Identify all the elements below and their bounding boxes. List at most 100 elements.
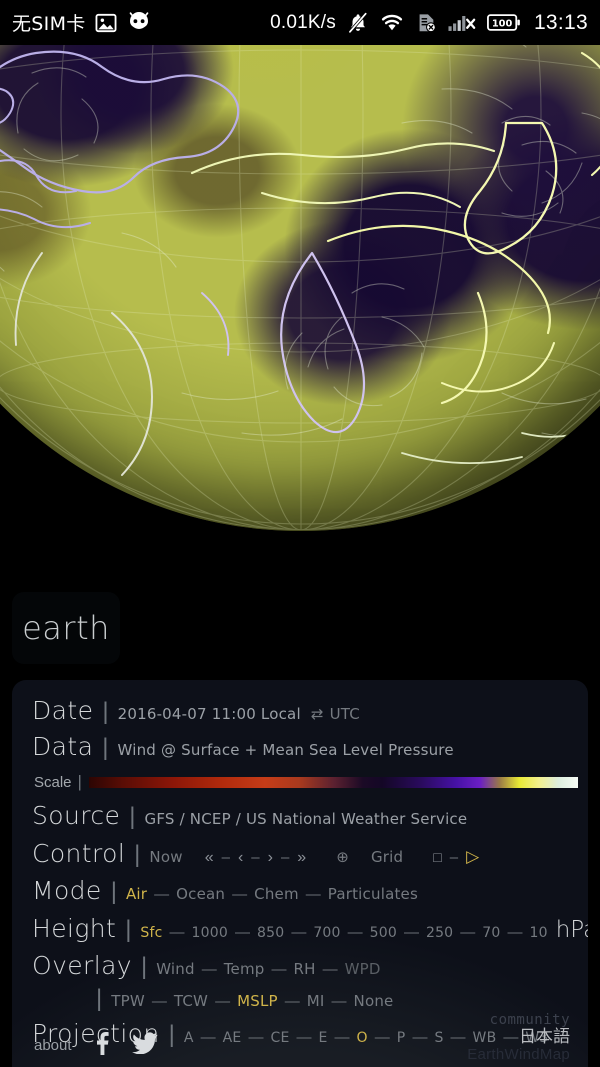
separator: — [151,992,167,1010]
nav-dash: – [251,848,260,866]
height-unit: hPa [555,916,588,943]
separator: — [331,992,347,1010]
overlay-option-none[interactable]: None [354,992,394,1010]
signal-no-service-icon [448,13,476,33]
overlay-option-wpd[interactable]: WPD [345,960,381,978]
mode-label: Mode [32,876,102,905]
separator: — [347,923,363,941]
battery-icon: 100 [486,13,521,32]
globe-map-canvas[interactable]: earth Date | 2016-04-07 11:00 Local ⇄ UT… [0,45,600,1067]
control-label: Control [32,838,126,868]
data-row: Data | Wind @ Surface + Mean Sea Level P… [12,730,588,764]
overlay-option-tcw[interactable]: TCW [174,992,208,1010]
height-option-850[interactable]: 850 [257,925,284,941]
height-option-70[interactable]: 70 [482,925,500,941]
stop-square-icon[interactable]: □ [433,849,441,865]
overlay-row-1: Overlay | Wind — Temp — RH — WPD [12,949,588,983]
date-row: Date | 2016-04-07 11:00 Local ⇄ UTC [12,694,588,728]
divider: | [134,840,141,868]
overlay-option-mi[interactable]: MI [307,992,325,1010]
source-label: Source [32,801,121,830]
control-now-button[interactable]: Now [149,848,182,866]
globe-sphere[interactable] [0,45,600,531]
control-panel: Date | 2016-04-07 11:00 Local ⇄ UTC Data… [12,680,588,1067]
height-option-sfc[interactable]: Sfc [140,925,162,941]
nav-next-hour-button[interactable]: › [268,849,273,867]
earth-logo-label: earth [22,609,110,647]
mode-option-ocean[interactable]: Ocean [176,885,225,903]
facebook-icon[interactable] [94,1031,110,1060]
height-option-10[interactable]: 10 [530,925,548,941]
separator: — [305,886,321,903]
panel-footer: about community 日本語 EarthWindMap [12,1012,588,1067]
data-value: Wind @ Surface + Mean Sea Level Pressure [117,740,454,759]
date-value[interactable]: 2016-04-07 11:00 Local [118,705,301,723]
height-option-1000[interactable]: 1000 [192,925,228,941]
separator: — [232,886,248,903]
separator: — [322,961,338,978]
twitter-icon[interactable] [131,1032,158,1059]
nav-prev-hour-button[interactable]: ‹ [238,849,243,867]
sim-disabled-icon [415,12,437,34]
control-row: Control | Now « – ‹ – › – » ⊕ Grid □ – ▷ [12,837,588,871]
overlay-option-wind[interactable]: Wind [156,960,195,978]
height-option-700[interactable]: 700 [313,925,340,941]
separator: — [201,961,217,978]
separator: — [507,923,523,941]
separator: — [154,886,170,903]
divider: | [129,803,136,830]
bell-muted-icon [347,11,369,34]
utc-toggle[interactable]: UTC [330,705,360,723]
height-label: Height [32,913,117,943]
height-row: Height | Sfc — 1000 — 850 — 700 — 500 — … [12,912,588,946]
data-label: Data [32,731,94,761]
about-link[interactable]: about [34,1037,72,1054]
mode-option-particulates[interactable]: Particulates [328,885,418,903]
overlay-label: Overlay [32,951,132,980]
language-link[interactable]: 日本語 [467,1028,570,1047]
time-nav-group: « – ‹ – › – » [205,849,307,867]
nav-dash: – [280,848,290,866]
app-screen: 无SIM卡 0.01K/s 100 13:13 earth Date | 201… [0,0,600,1067]
grid-toggle-button[interactable]: Grid [371,848,403,866]
mode-option-chem[interactable]: Chem [254,885,299,903]
community-link[interactable]: community [467,1012,570,1029]
earth-logo-button[interactable]: earth [12,592,120,664]
crosshair-locate-icon[interactable]: ⊕ [336,848,349,866]
separator: — [460,923,476,941]
nav-dash: – [221,848,230,866]
divider: | [141,953,148,980]
status-bar: 无SIM卡 0.01K/s 100 13:13 [0,0,600,45]
divider: | [77,772,82,791]
separator: — [271,961,287,978]
date-label: Date [32,696,94,725]
mode-option-air[interactable]: Air [126,885,147,903]
nav-next-day-button[interactable]: » [297,849,306,867]
mode-row: Mode | Air — Ocean — Chem — Particulates [12,874,588,908]
divider: | [102,698,109,725]
overlay-row-2: | TPW — TCW — MSLP — MI — None [12,985,588,1013]
wifi-icon [380,13,404,32]
scale-gradient-bar[interactable] [88,776,578,788]
battery-level-text: 100 [492,19,513,30]
photo-icon [95,13,117,33]
overlay-option-rh[interactable]: RH [294,960,316,978]
height-option-250[interactable]: 250 [426,925,453,941]
separator: — [291,923,307,941]
scale-label: Scale [34,773,72,791]
overlay-option-temp[interactable]: Temp [224,960,265,978]
separator: — [284,992,300,1010]
nav-prev-day-button[interactable]: « [205,849,214,867]
source-value[interactable]: GFS / NCEP / US National Weather Service [145,810,468,828]
height-option-500[interactable]: 500 [370,925,397,941]
overlay-option-mslp[interactable]: MSLP [237,992,278,1010]
wind-particle-layer [0,45,600,437]
divider: | [110,878,117,905]
divider: | [102,733,109,761]
overlay-option-tpw[interactable]: TPW [111,992,145,1010]
swap-arrows-icon[interactable]: ⇄ [311,705,324,723]
separator: — [403,923,419,941]
brand-label: EarthWindMap [467,1046,570,1064]
play-triangle-icon[interactable]: ▷ [466,847,479,867]
separator: — [215,992,231,1010]
